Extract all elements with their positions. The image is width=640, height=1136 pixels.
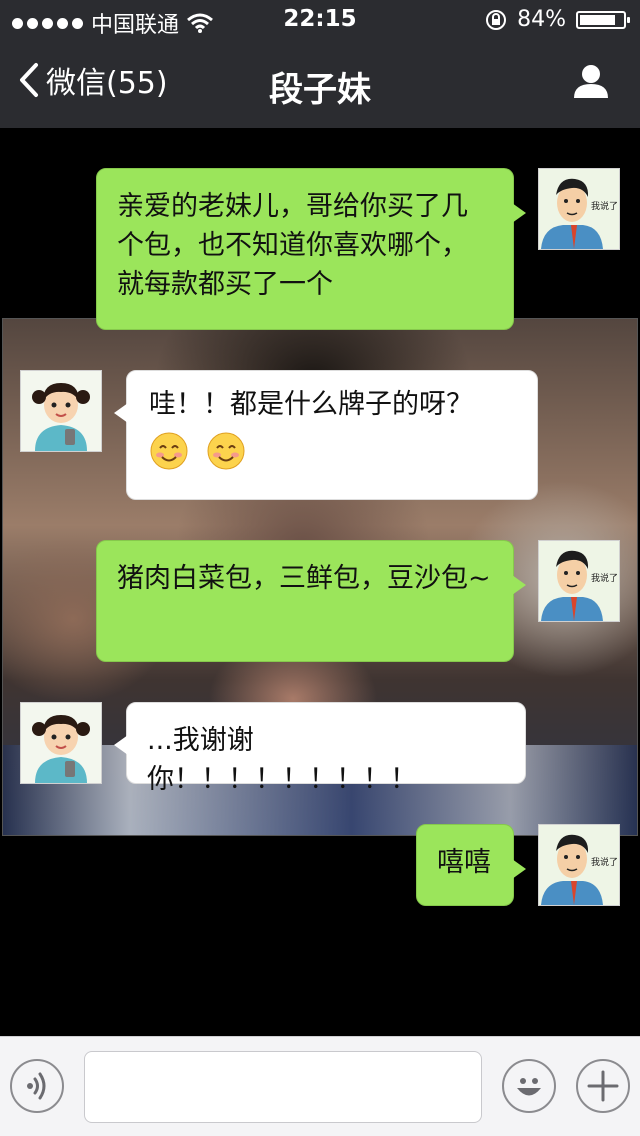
avatar-caption: 我说了，我。。。 [591,200,619,212]
more-button[interactable] [576,1059,630,1113]
message-input[interactable] [84,1051,482,1123]
input-bar [0,1036,640,1136]
cartoon-boy-avatar-icon: 我说了，我。。。 [539,169,619,249]
battery-icon [576,10,630,29]
person-button[interactable] [572,62,610,104]
message-bubble-incoming[interactable]: 哇！！都是什么牌子的呀？ [114,370,538,500]
emoji-row [149,430,515,471]
message-text: ...我谢谢你！！！！！！！！！ [147,725,417,796]
emoji-face-icon [517,1078,541,1096]
avatar-caption: 我说了，我。。。 [591,856,619,868]
avatar-girl[interactable] [20,702,102,784]
battery-percent: 84% [517,7,566,32]
status-right: 84% [485,7,630,32]
smiling-face-icon [150,432,188,470]
message-bubble-outgoing[interactable]: 嘻嘻 [416,824,526,906]
person-icon [574,65,608,98]
voice-button[interactable] [10,1059,64,1113]
battery-fill [580,14,615,25]
avatar-caption: 我说了，我。。。 [591,572,619,584]
message-bubble-incoming[interactable]: ...我谢谢你！！！！！！！！！ [114,702,526,795]
message-text: 哇！！都是什么牌子的呀？ [149,389,473,420]
avatar-me[interactable]: 我说了，我。。。 [538,168,620,250]
smiling-face-icon [207,432,245,470]
rotation-lock-icon [486,9,507,30]
emoji-button[interactable] [502,1059,556,1113]
cartoon-boy-avatar-icon: 我说了，我。。。 [539,541,619,621]
cartoon-girl-avatar-icon [21,371,101,451]
plus-icon [587,1070,619,1102]
message-text: 嘻嘻 [437,847,491,878]
chat-title: 段子妹 [269,70,371,110]
top-bar: 中国联通 22:15 84% 微信(55) 段子妹 [0,0,640,128]
message-bubble-outgoing[interactable]: 猪肉白菜包，三鲜包，豆沙包~ [96,540,526,662]
avatar-girl[interactable] [20,370,102,452]
voice-icon [27,1072,46,1100]
avatar-me[interactable]: 我说了，我。。。 [538,824,620,906]
cartoon-boy-avatar-icon: 我说了，我。。。 [539,825,619,905]
chat-area[interactable]: 亲爱的老妹儿，哥给你买了几个包，也不知道你喜欢哪个，就每款都买了一个 我说了，我… [0,128,640,1036]
cartoon-girl-avatar-icon [21,703,101,783]
avatar-me[interactable]: 我说了，我。。。 [538,540,620,622]
nav-bar: 微信(55) 段子妹 [0,40,640,128]
message-text: 亲爱的老妹儿，哥给你买了几个包，也不知道你喜欢哪个，就每款都买了一个 [117,191,468,301]
message-bubble-outgoing[interactable]: 亲爱的老妹儿，哥给你买了几个包，也不知道你喜欢哪个，就每款都买了一个 [96,168,526,330]
message-text: 猪肉白菜包，三鲜包，豆沙包~ [117,563,491,594]
status-bar: 中国联通 22:15 84% [0,0,640,40]
